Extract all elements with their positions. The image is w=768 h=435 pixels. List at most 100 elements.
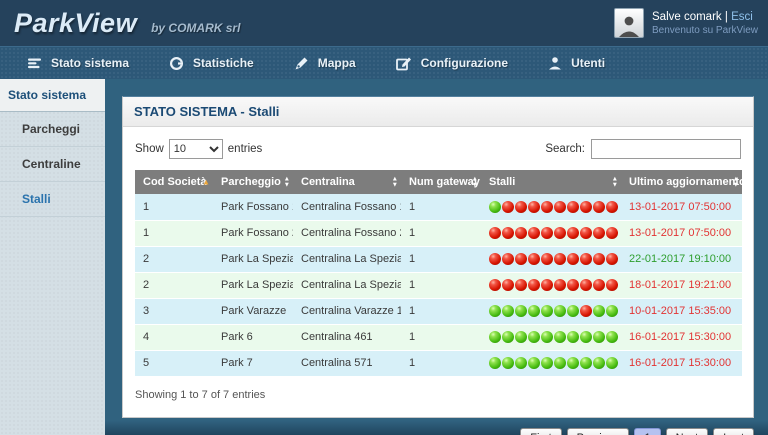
table-row: 5Park 7Centralina 571116-01-2017 15:30:0…	[135, 350, 742, 376]
stall-dot-red	[528, 253, 540, 265]
stall-dot-red	[528, 227, 540, 239]
cell-cod-societa: 1	[135, 194, 213, 220]
cell-centralina: Centralina La Spezia 1	[293, 246, 401, 272]
sidebar-item-centraline[interactable]: Centraline	[0, 147, 105, 182]
stall-dot-green	[515, 305, 527, 317]
nav-label: Statistiche	[193, 56, 254, 70]
stall-dot-green	[554, 357, 566, 369]
stall-dot-red	[554, 279, 566, 291]
app-logo: ParkView	[14, 8, 137, 39]
stall-dot-green	[528, 357, 540, 369]
stall-dot-green	[528, 305, 540, 317]
cell-centralina: Centralina Fossano 1	[293, 194, 401, 220]
stall-dot-green	[593, 331, 605, 343]
cell-parcheggio: Park La Spezia 1	[213, 246, 293, 272]
column-header-num-gateway[interactable]: Num gateway▲▼	[401, 170, 481, 194]
brand: ParkView by COMARK srl	[14, 8, 240, 39]
column-label: Ultimo aggiornamento	[629, 176, 746, 188]
column-label: Stalli	[489, 176, 515, 188]
page-size-select[interactable]: 10	[169, 139, 223, 159]
stall-dot-red	[515, 201, 527, 213]
stall-dot-red	[528, 201, 540, 213]
nav-item-configurazione[interactable]: Configurazione	[379, 47, 525, 79]
nav-item-utenti[interactable]: Utenti	[531, 47, 622, 79]
cell-stalli	[481, 246, 621, 272]
sort-icon: ▲▼	[284, 177, 290, 188]
stall-dot-green	[502, 305, 514, 317]
stall-dot-red	[606, 279, 618, 291]
nav-item-mappa[interactable]: Mappa	[277, 47, 373, 79]
cell-cod-societa: 2	[135, 272, 213, 298]
cell-parcheggio: Park 6	[213, 324, 293, 350]
stalli-panel: STATO SISTEMA - Stalli Show 10 entries S…	[122, 96, 754, 418]
stall-dot-red	[593, 279, 605, 291]
stall-dot-green	[515, 357, 527, 369]
column-header-parcheggio[interactable]: Parcheggio▲▼	[213, 170, 293, 194]
cell-stalli	[481, 220, 621, 246]
account-area: Salve comark | Esci Benvenuto su ParkVie…	[614, 8, 758, 38]
stall-dot-red	[489, 279, 501, 291]
stall-dot-red	[541, 253, 553, 265]
column-label: Parcheggio	[221, 176, 281, 188]
table-row: 2Park La Spezia 2Centralina La Spezia 21…	[135, 272, 742, 298]
stall-dot-red	[541, 279, 553, 291]
page-button-previous[interactable]: Previous	[567, 428, 630, 435]
column-header-cod-societ[interactable]: Cod Società▲	[135, 170, 213, 194]
stall-dot-red	[580, 253, 592, 265]
list-icon	[27, 56, 42, 70]
stall-dot-red	[541, 201, 553, 213]
search-control: Search:	[545, 139, 741, 159]
sidebar-item-stalli[interactable]: Stalli	[0, 182, 105, 217]
stall-dot-red	[567, 201, 579, 213]
cell-parcheggio: Park Fossano 1	[213, 194, 293, 220]
person-icon	[617, 13, 641, 37]
nav-label: Mappa	[318, 56, 356, 70]
cell-ultimo-aggiornamento: 16-01-2017 15:30:00	[621, 350, 742, 376]
cell-parcheggio: Park Fossano 2	[213, 220, 293, 246]
page-button-last[interactable]: Last	[713, 428, 754, 435]
cell-parcheggio: Park Varazze	[213, 298, 293, 324]
sort-icon: ▲▼	[612, 177, 618, 188]
content-area: Stato sistema ParcheggiCentraline Stalli …	[0, 79, 768, 435]
cell-ultimo-aggiornamento: 13-01-2017 07:50:00	[621, 194, 742, 220]
stall-dot-red	[502, 201, 514, 213]
stall-dot-green	[541, 305, 553, 317]
table-body: 1Park Fossano 1Centralina Fossano 1113-0…	[135, 194, 742, 376]
cell-cod-societa: 2	[135, 246, 213, 272]
page-button-next[interactable]: Next	[666, 428, 709, 435]
stall-dot-green	[502, 331, 514, 343]
show-label: Show	[135, 143, 164, 155]
column-header-centralina[interactable]: Centralina▲▼	[293, 170, 401, 194]
cell-centralina: Centralina 571	[293, 350, 401, 376]
search-input[interactable]	[591, 139, 741, 159]
column-header-stalli[interactable]: Stalli ▲▼	[481, 170, 621, 194]
stall-dot-green	[580, 331, 592, 343]
panel-title: STATO SISTEMA - Stalli	[123, 97, 753, 127]
cell-num-gateway: 1	[401, 194, 481, 220]
cell-cod-societa: 4	[135, 324, 213, 350]
stall-dot-green	[489, 357, 501, 369]
cell-num-gateway: 1	[401, 272, 481, 298]
entries-label: entries	[228, 143, 263, 155]
sidebar-item-parcheggi[interactable]: Parcheggi	[0, 112, 105, 147]
stall-dot-green	[606, 331, 618, 343]
column-header-ultimo-aggiornamento[interactable]: Ultimo aggiornamento▲▼	[621, 170, 742, 194]
cell-parcheggio: Park La Spezia 2	[213, 272, 293, 298]
sidebar-section-header: Stato sistema	[0, 79, 105, 112]
stalli-table: Cod Società▲Parcheggio▲▼Centralina▲▼Num …	[135, 170, 742, 377]
stall-dot-green	[528, 331, 540, 343]
page-button-1[interactable]: 1	[634, 428, 660, 435]
stall-dot-red	[554, 201, 566, 213]
table-summary: Showing 1 to 7 of 7 entries	[135, 389, 741, 407]
cell-ultimo-aggiornamento: 22-01-2017 19:10:00	[621, 246, 742, 272]
welcome-text: Benvenuto su ParkView	[652, 25, 758, 36]
stall-dot-green	[489, 331, 501, 343]
stall-dot-green	[502, 357, 514, 369]
page-size-control: Show 10 entries	[135, 139, 262, 159]
nav-item-stato-sistema[interactable]: Stato sistema	[10, 47, 146, 79]
logout-link[interactable]: Esci	[731, 11, 753, 23]
stall-dot-red	[567, 279, 579, 291]
nav-item-statistiche[interactable]: Statistiche	[152, 47, 271, 79]
page-button-first[interactable]: First	[520, 428, 561, 435]
cell-centralina: Centralina La Spezia 2	[293, 272, 401, 298]
